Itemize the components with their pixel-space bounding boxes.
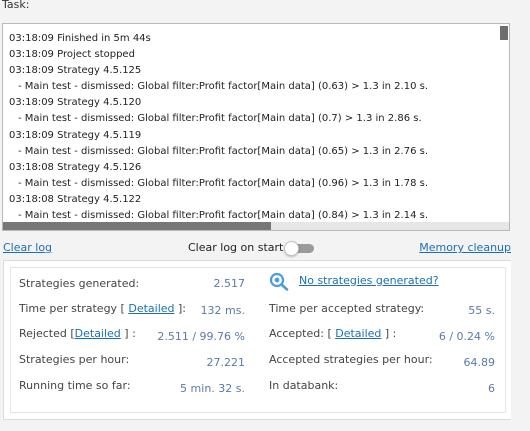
log-line: 03:18:09 Strategy 4.5.120 <box>9 97 142 109</box>
vertical-scrollbar-thumb[interactable] <box>500 26 508 40</box>
strategies-generated-value: 2.517 <box>213 277 246 290</box>
accepted-value: 6 / 0.24 % <box>438 330 495 343</box>
log-textarea[interactable]: 03:18:09 Finished in 5m 44s 03:18:09 Pro… <box>2 23 510 231</box>
log-line: 03:18:09 Finished in 5m 44s <box>9 33 151 44</box>
clear-log-on-start-label: Clear log on start <box>188 241 284 254</box>
window-edge <box>511 0 530 431</box>
time-per-strategy-value: 132 ms. <box>200 304 245 317</box>
time-per-strategy-detailed-link[interactable]: Detailed <box>128 302 174 315</box>
time-per-accepted-label: Time per accepted strategy: <box>269 302 425 315</box>
strategies-per-hour-label: Strategies per hour: <box>19 353 130 366</box>
log-line: 03:18:08 Strategy 4.5.122 <box>9 193 142 205</box>
rejected-detailed-link[interactable]: Detailed <box>75 327 121 340</box>
accepted-suffix: ] : <box>384 327 397 340</box>
accepted-per-hour-label: Accepted strategies per hour: <box>269 353 433 366</box>
strategies-per-hour-value: 27.221 <box>206 356 246 369</box>
log-lines: 03:18:09 Finished in 5m 44s 03:18:09 Pro… <box>9 31 428 224</box>
task-label: Task: <box>2 0 30 11</box>
rejected-prefix: Rejected [ <box>19 327 75 340</box>
running-time-label: Running time so far: <box>19 379 131 392</box>
toggle-knob <box>284 241 299 256</box>
log-line: 03:18:09 Strategy 4.5.119 <box>9 129 142 141</box>
memory-cleanup-link[interactable]: Memory cleanup <box>419 241 511 254</box>
log-line: - Main test - dismissed: Global filter:P… <box>18 113 422 125</box>
log-line: - Main test - dismissed: Global filter:P… <box>18 177 428 189</box>
in-databank-label: In databank: <box>269 379 339 392</box>
in-databank-value: 6 <box>488 382 495 395</box>
log-line: - Main test - dismissed: Global filter:P… <box>18 81 428 93</box>
log-line: 03:18:09 Strategy 4.5.125 <box>9 65 142 77</box>
accepted-detailed-link[interactable]: Detailed <box>335 327 381 340</box>
accepted-prefix: Accepted: [ <box>269 327 332 340</box>
time-per-strategy-suffix: ]: <box>178 302 187 315</box>
strategies-generated-label: Strategies generated: <box>19 277 140 290</box>
time-per-strategy-label: Time per strategy [ Detailed ]: <box>19 302 186 315</box>
horizontal-scrollbar[interactable] <box>3 222 509 230</box>
search-help-icon[interactable] <box>268 271 290 291</box>
log-line: 03:18:08 Strategy 4.5.126 <box>9 161 142 173</box>
horizontal-scrollbar-thumb[interactable] <box>3 222 271 230</box>
log-line: - Main test - dismissed: Global filter:P… <box>18 145 428 157</box>
rejected-value: 2.511 / 99.76 % <box>157 330 245 343</box>
running-time-value: 5 min. 32 s. <box>180 382 245 395</box>
rejected-suffix: ] : <box>124 327 136 340</box>
progress-panel: Task: 03:18:09 Finished in 5m 44s 03:18:… <box>0 0 530 431</box>
accepted-per-hour-value: 64.89 <box>463 356 496 369</box>
log-line: 03:18:09 Project stopped <box>9 49 135 61</box>
time-per-accepted-value: 55 s. <box>468 304 495 317</box>
time-per-strategy-prefix: Time per strategy [ <box>19 302 125 315</box>
accepted-label: Accepted: [ Detailed ] : <box>269 327 396 340</box>
clear-log-link[interactable]: Clear log <box>3 241 52 254</box>
no-strategies-generated-link[interactable]: No strategies generated? <box>299 274 439 287</box>
clear-log-on-start-toggle[interactable] <box>284 241 316 256</box>
rejected-label: Rejected [Detailed ] : <box>19 327 136 340</box>
